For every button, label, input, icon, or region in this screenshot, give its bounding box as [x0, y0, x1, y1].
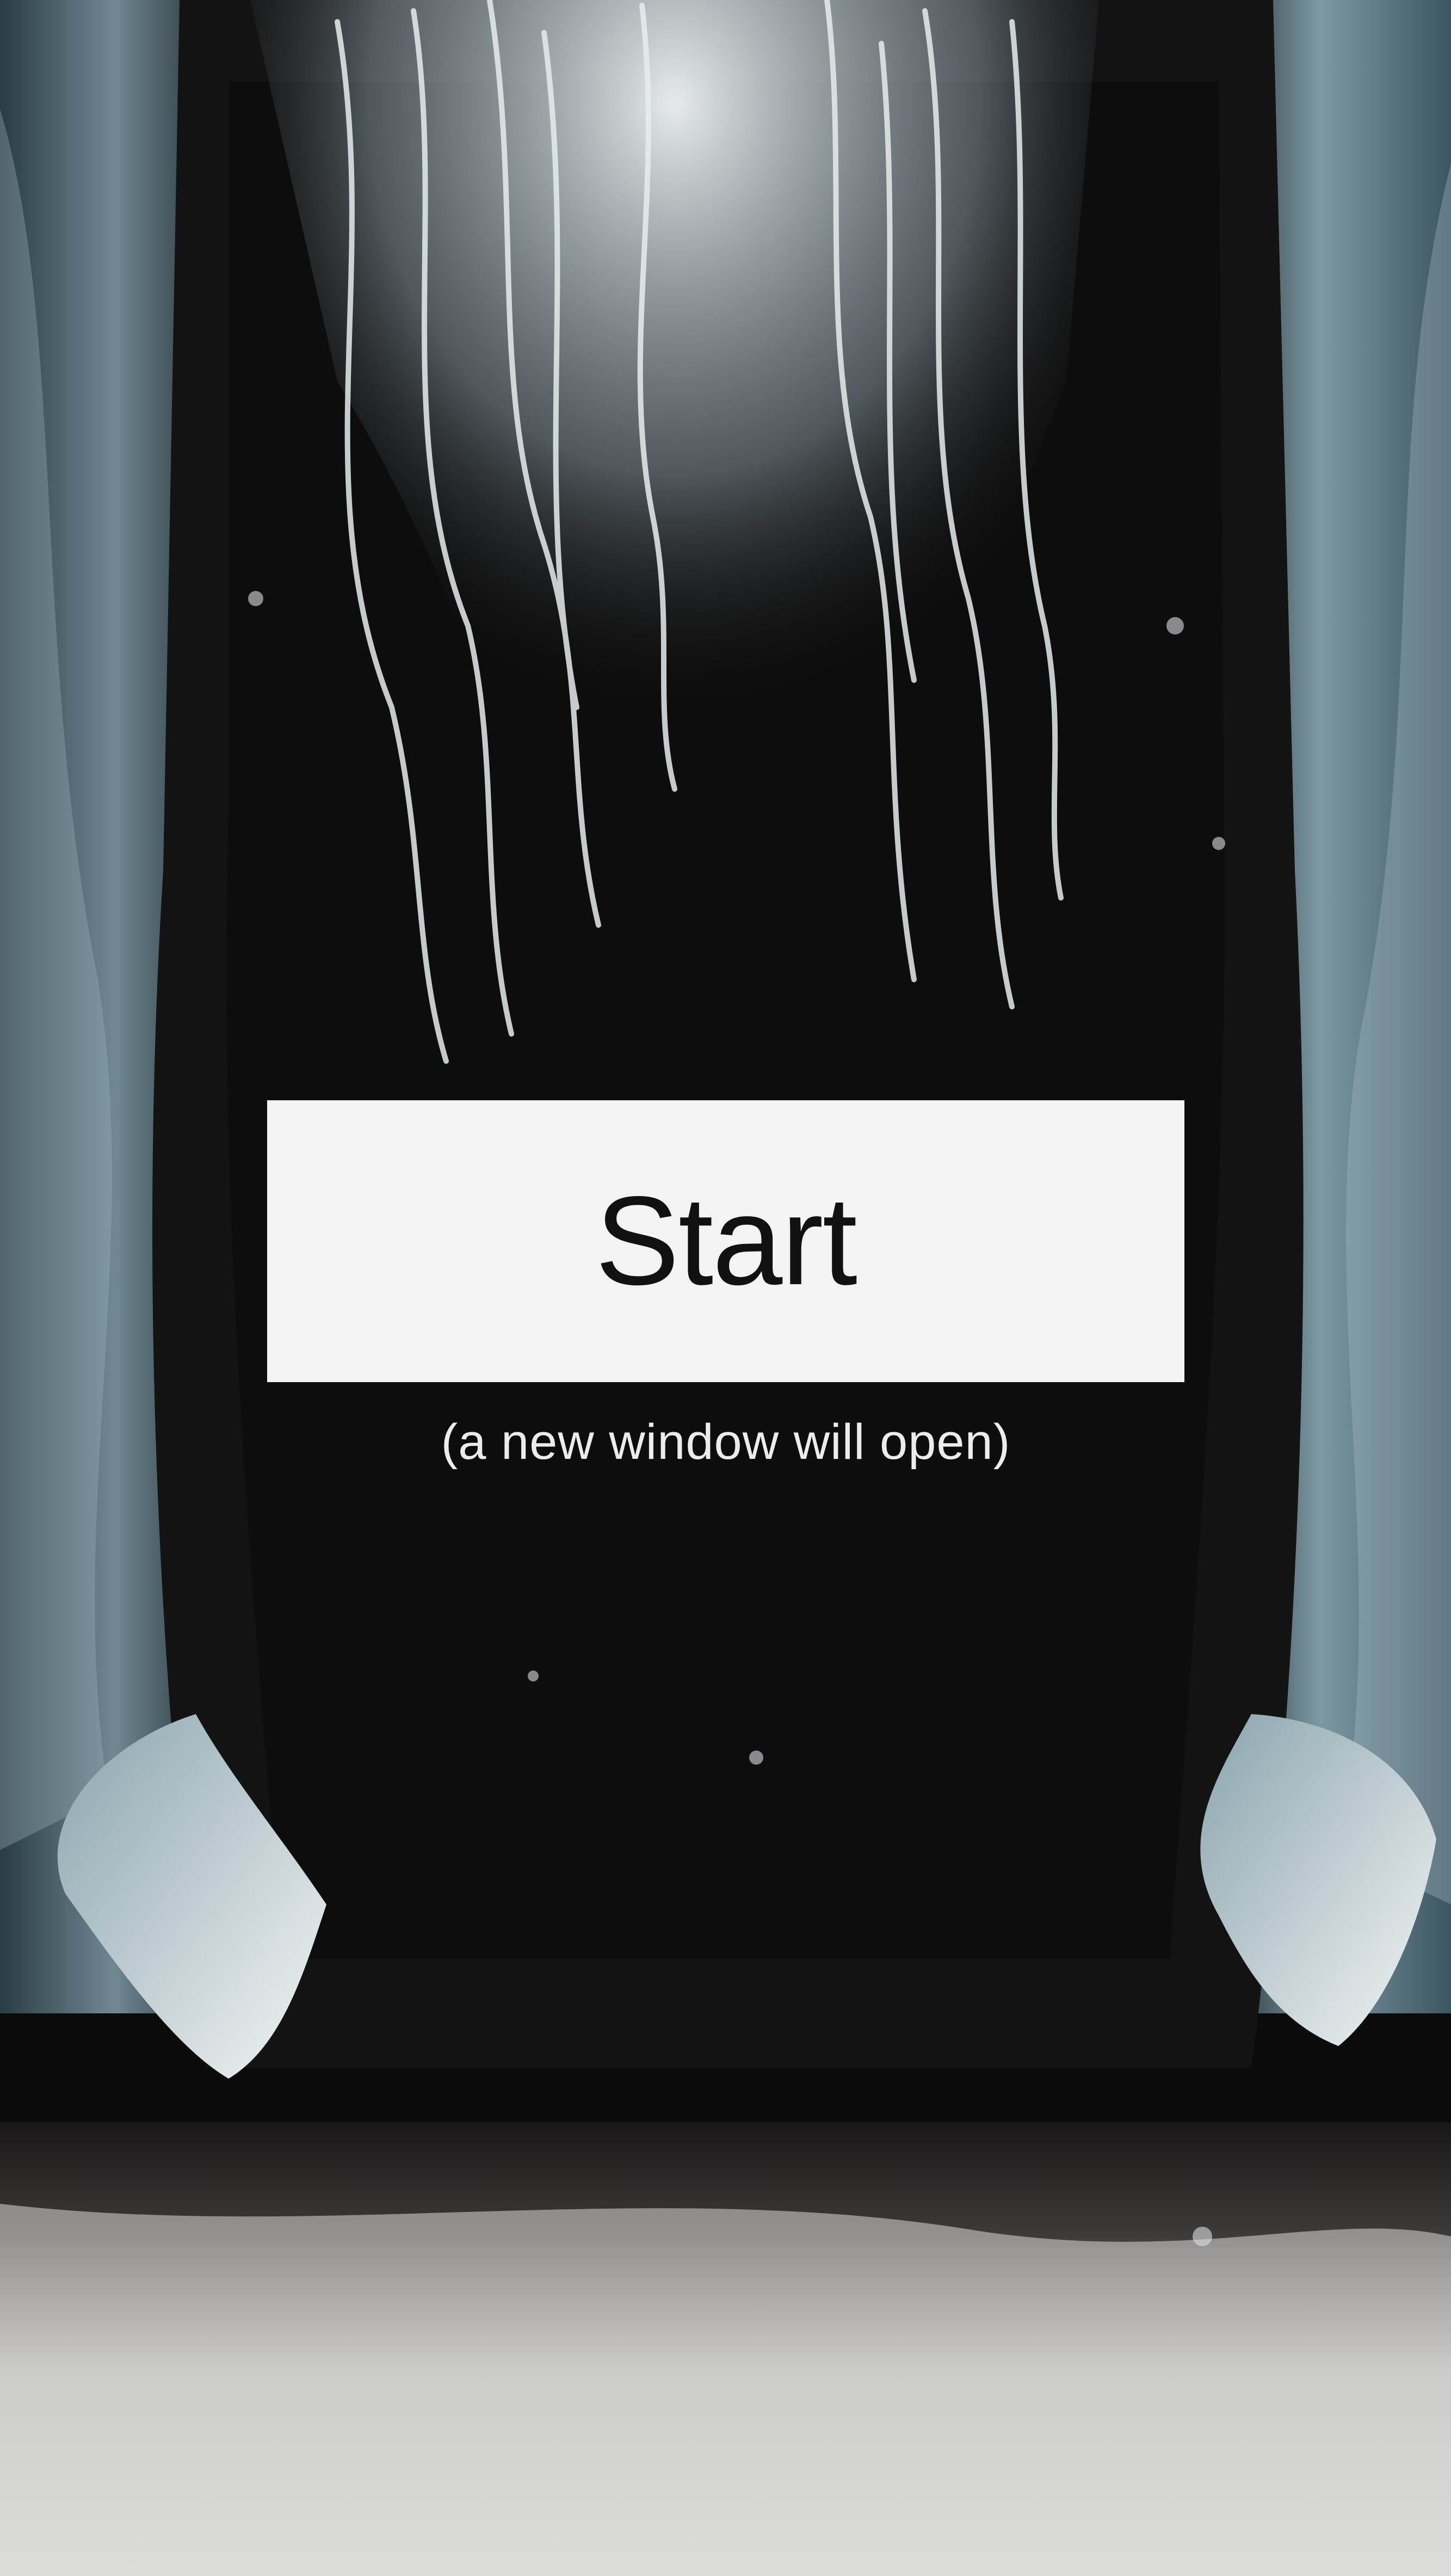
start-button[interactable]: Start	[267, 1100, 1184, 1382]
start-screen: Start (a new window will open)	[0, 0, 1451, 2576]
new-window-hint: (a new window will open)	[441, 1414, 1011, 1470]
